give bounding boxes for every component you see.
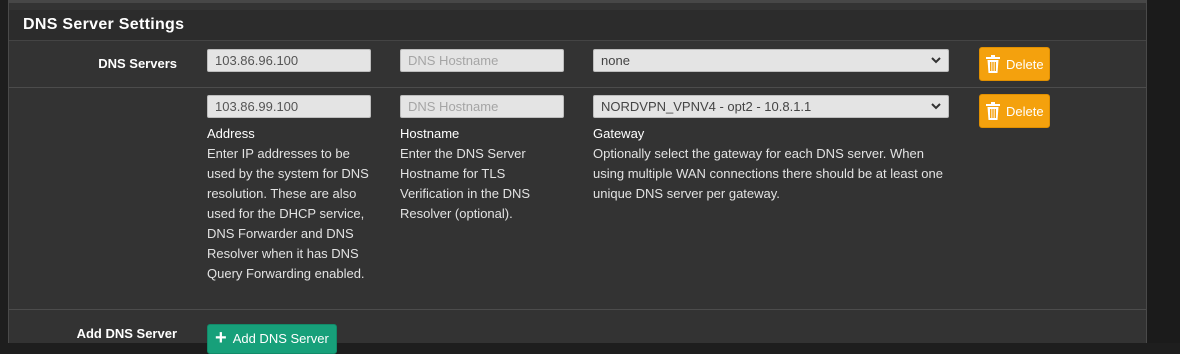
delete-button-2-label: Delete: [1006, 103, 1044, 119]
gateway-select-2[interactable]: NORDVPN_VPNV4 - opt2 - 10.8.1.1: [593, 95, 949, 118]
delete-button-2[interactable]: Delete: [979, 94, 1050, 128]
top-divider: [9, 0, 1146, 3]
hostname-input-2[interactable]: DNS Hostname: [400, 95, 564, 118]
address-help-title: Address: [207, 126, 255, 141]
section-title: DNS Server Settings: [23, 16, 185, 33]
gateway-help-text: Optionally select the gateway for each D…: [593, 146, 943, 201]
gateway-select-1[interactable]: none: [593, 49, 949, 72]
add-dns-server-label: Add DNS Server: [76, 326, 177, 341]
dns-server-settings-panel: DNS Server Settings DNS Servers 103.86.9…: [8, 0, 1147, 354]
gateway-select-1-value: none: [601, 53, 630, 68]
hostname-help: Hostname Enter the DNS Server Hostname f…: [400, 124, 560, 224]
gateway-select-2-value: NORDVPN_VPNV4 - opt2 - 10.8.1.1: [601, 99, 812, 114]
chevron-down-icon: [931, 57, 941, 64]
dns-servers-label: DNS Servers: [98, 56, 177, 71]
dns-server-row-1: DNS Servers 103.86.96.100 DNS Hostname n…: [9, 41, 1146, 88]
trash-icon: [986, 102, 1000, 120]
address-help: Address Enter IP addresses to be used by…: [207, 124, 375, 284]
page-edge: [1146, 0, 1180, 343]
trash-icon: [986, 55, 1000, 73]
chevron-down-icon: [931, 103, 941, 110]
gateway-help-title: Gateway: [593, 126, 645, 141]
address-input-2[interactable]: 103.86.99.100: [207, 95, 371, 118]
delete-button-1[interactable]: Delete: [979, 47, 1050, 81]
address-input-1[interactable]: 103.86.96.100: [207, 49, 371, 72]
address-help-text: Enter IP addresses to be used by the sys…: [207, 146, 369, 281]
dns-server-row-2: 103.86.99.100 DNS Hostname NORDVPN_VPNV4…: [9, 88, 1146, 310]
add-dns-server-button-label: Add DNS Server: [232, 331, 329, 346]
panel-heading: DNS Server Settings: [9, 10, 1146, 41]
delete-button-1-label: Delete: [1006, 56, 1044, 72]
add-dns-server-button[interactable]: + Add DNS Server: [207, 324, 337, 354]
hostname-help-title: Hostname: [400, 126, 460, 141]
hostname-help-text: Enter the DNS Server Hostname for TLS Ve…: [400, 146, 531, 221]
gateway-help: Gateway Optionally select the gateway fo…: [593, 124, 953, 204]
add-dns-server-row: Add DNS Server + Add DNS Server: [9, 310, 1146, 354]
hostname-input-1[interactable]: DNS Hostname: [400, 49, 564, 72]
